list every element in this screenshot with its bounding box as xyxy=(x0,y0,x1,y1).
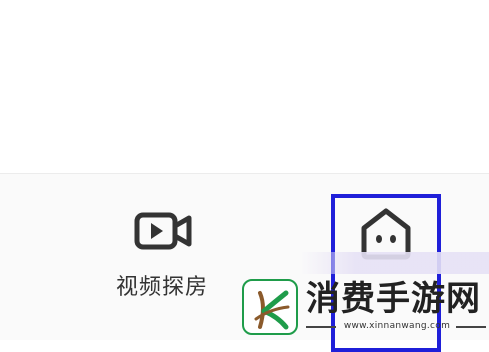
divider-line xyxy=(306,326,336,328)
divider-line xyxy=(456,326,486,328)
tab-video-tour[interactable]: 视频探房 xyxy=(104,205,220,300)
watermark-logo-icon xyxy=(242,279,298,335)
watermark-url: www.xinnanwang.com xyxy=(343,321,451,331)
watermark-title: 消费手游网 xyxy=(306,279,481,319)
watermark-band xyxy=(300,252,489,274)
video-camera-icon xyxy=(134,209,194,257)
watermark-url-row: www.xinnanwang.com xyxy=(306,319,486,333)
content-area xyxy=(0,0,489,173)
tab-label-video-tour: 视频探房 xyxy=(115,275,208,300)
watermark: 消费手游网 www.xinnanwang.com xyxy=(242,279,489,339)
